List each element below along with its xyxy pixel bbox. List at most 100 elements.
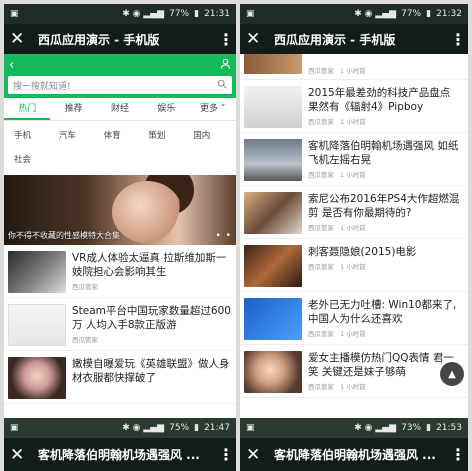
hero-caption: 你不得不收藏的性感模特大合集 [8,231,120,240]
news-source: 西瓜管家 [308,263,334,271]
category-car[interactable]: 汽车 [53,129,98,141]
list-item[interactable]: 客机降落伯明翰机场遇强风 如纸飞机左摇右晃 西瓜管家 1 小时前 [240,133,468,186]
tab-hot[interactable]: 热门 [4,98,51,120]
battery-icon: ▮ [426,423,432,433]
list-item[interactable]: 索尼公布2016年PS4大作超燃混剪 是否有你最期待的? 西瓜管家 1 小时前 [240,186,468,239]
list-item[interactable]: 刺客聂隐娘(2015)电影 西瓜管家 1 小时前 [240,239,468,292]
signal-icon: ✱ ◉ ▂▄▆ [354,423,397,433]
news-title: 刺客聂隐娘(2015)电影 [308,246,417,258]
status-bar: ▣ ✱ ◉ ▂▄▆ 75% ▮ 21:47 [4,418,236,438]
close-icon[interactable]: ✕ [10,445,34,465]
news-time: 1 小时前 [340,330,366,338]
chevron-down-icon: ˅ [218,104,226,114]
news-thumbnail [244,298,302,340]
news-source: 西瓜管家 [308,224,334,232]
battery-level: 77% [401,9,422,19]
list-item[interactable]: 西瓜管家 1 小时前 [240,54,468,80]
bottom-right-screen: ▣ ✱ ◉ ▂▄▆ 73% ▮ 21:53 ✕ 客机降落伯明翰机场遇强风 ...… [240,418,468,471]
news-thumbnail [244,86,302,128]
image-icon: ▣ [10,423,19,433]
news-time: 1 小时前 [340,263,366,271]
carousel-dots: • • [215,231,232,241]
list-item[interactable]: 嫩模自曝爱玩《英雄联盟》做人身材衣服都快撑破了 [4,351,236,404]
clock: 21:47 [204,423,230,433]
scroll-to-top-button[interactable]: ▲ [440,362,464,386]
news-thumbnail [8,251,66,293]
news-meta: 西瓜管家 1 小时前 [308,328,464,338]
clock: 21:31 [204,9,230,19]
right-screen: ▣ ✱ ◉ ▂▄▆ 77% ▮ 21:32 ✕ 西瓜应用演示 - 手机版 ⋮ 西… [240,4,468,418]
more-options-icon[interactable]: ⋮ [450,445,466,464]
image-icon: ▣ [246,9,255,19]
hero-banner[interactable]: 你不得不收藏的性感模特大合集 • • [4,175,236,245]
page-title: 客机降落伯明翰机场遇强风 ... [38,448,200,462]
tab-finance[interactable]: 财经 [97,98,143,120]
category-domestic[interactable]: 国内 [187,129,232,141]
news-meta: 西瓜管家 [72,336,98,344]
search-input[interactable]: 搜一搜就知道! [8,76,232,94]
status-bar: ▣ ✱ ◉ ▂▄▆ 77% ▮ 21:31 [4,4,236,24]
tab-recommend[interactable]: 推荐 [50,98,96,120]
news-time: 1 小时前 [340,383,366,391]
news-source: 西瓜管家 [308,118,334,126]
list-item[interactable]: VR成人体验太逼真 拉斯维加斯一妓院担心会影响其生 西瓜管家 [4,245,236,298]
title-bar: ✕ 西瓜应用演示 - 手机版 ⋮ [4,24,236,54]
image-icon: ▣ [246,423,255,433]
list-item[interactable]: Steam平台中国玩家数量超过600万 人均入手8款正版游 西瓜管家 [4,298,236,351]
more-options-icon[interactable]: ⋮ [218,445,234,464]
news-thumbnail [8,357,66,399]
back-icon[interactable]: ‹ [9,58,14,73]
news-source: 西瓜管家 [308,330,334,338]
tab-more[interactable]: 更多 ˅ [190,98,236,120]
news-time: 1 小时前 [340,67,366,75]
news-title: 2015年最差劲的科技产品盘点 果然有《辐射4》Pipboy [308,87,451,113]
app-header: ‹ [4,54,236,76]
signal-icon: ✱ ◉ ▂▄▆ [122,9,165,19]
news-thumbnail [244,54,302,74]
news-title: 嫩模自曝爱玩《英雄联盟》做人身材衣服都快撑破了 [72,358,230,384]
battery-icon: ▮ [194,9,200,19]
close-icon[interactable]: ✕ [246,29,270,49]
clock: 21:53 [436,423,462,433]
status-bar: ▣ ✱ ◉ ▂▄▆ 73% ▮ 21:53 [240,418,468,438]
tab-entertainment[interactable]: 娱乐 [143,98,189,120]
battery-icon: ▮ [426,9,432,19]
category-society[interactable]: 社会 [8,153,54,165]
close-icon[interactable]: ✕ [10,29,34,49]
category-planning[interactable]: 策划 [142,129,187,141]
bottom-left-screen: ▣ ✱ ◉ ▂▄▆ 75% ▮ 21:47 ✕ 客机降落伯明翰机场遇强风 ...… [4,418,236,471]
list-item[interactable]: 爱女主播模仿热门QQ表情 君一笑 关键还是妹子够萌 西瓜管家 1 小时前 [240,345,468,398]
title-bar: ✕ 客机降落伯明翰机场遇强风 ... ⋮ [240,438,468,471]
news-meta: 西瓜管家 1 小时前 [308,65,464,75]
news-thumbnail [244,139,302,181]
list-item[interactable]: 老外已无力吐槽: Win10都来了, 中国人为什么还喜欢 西瓜管家 1 小时前 [240,292,468,345]
news-meta: 西瓜管家 1 小时前 [308,222,464,232]
arrow-up-icon: ▲ [448,368,456,380]
left-screen: ▣ ✱ ◉ ▂▄▆ 77% ▮ 21:31 ✕ 西瓜应用演示 - 手机版 ⋮ ‹… [4,4,236,418]
news-thumbnail [244,192,302,234]
category-sports[interactable]: 体育 [98,129,143,141]
news-source: 西瓜管家 [308,171,334,179]
user-icon[interactable] [220,58,231,73]
subcategory-grid: 手机 汽车 体育 策划 国内 社会 [4,121,236,171]
more-options-icon[interactable]: ⋮ [450,30,466,49]
news-source: 西瓜管家 [308,383,334,391]
news-source: 西瓜管家 [308,67,334,75]
category-phone[interactable]: 手机 [8,129,53,141]
news-title: 客机降落伯明翰机场遇强风 如纸飞机左摇右晃 [308,140,459,166]
news-title: VR成人体验太逼真 拉斯维加斯一妓院担心会影响其生 [72,252,227,278]
page-title: 西瓜应用演示 - 手机版 [38,32,160,47]
news-title: 索尼公布2016年PS4大作超燃混剪 是否有你最期待的? [308,193,460,219]
search-icon[interactable] [217,79,227,92]
list-item[interactable]: 2015年最差劲的科技产品盘点 果然有《辐射4》Pipboy 西瓜管家 1 小时前 [240,80,468,133]
news-meta: 西瓜管家 1 小时前 [308,261,464,271]
close-icon[interactable]: ✕ [246,445,270,465]
news-meta: 西瓜管家 1 小时前 [308,169,464,179]
page-title: 西瓜应用演示 - 手机版 [274,32,396,47]
more-options-icon[interactable]: ⋮ [218,30,234,49]
news-thumbnail [8,304,66,346]
category-tabs: 热门 推荐 财经 娱乐 更多 ˅ [4,98,236,121]
image-icon: ▣ [10,9,19,19]
news-time: 1 小时前 [340,118,366,126]
news-title: 老外已无力吐槽: Win10都来了, 中国人为什么还喜欢 [308,299,457,325]
